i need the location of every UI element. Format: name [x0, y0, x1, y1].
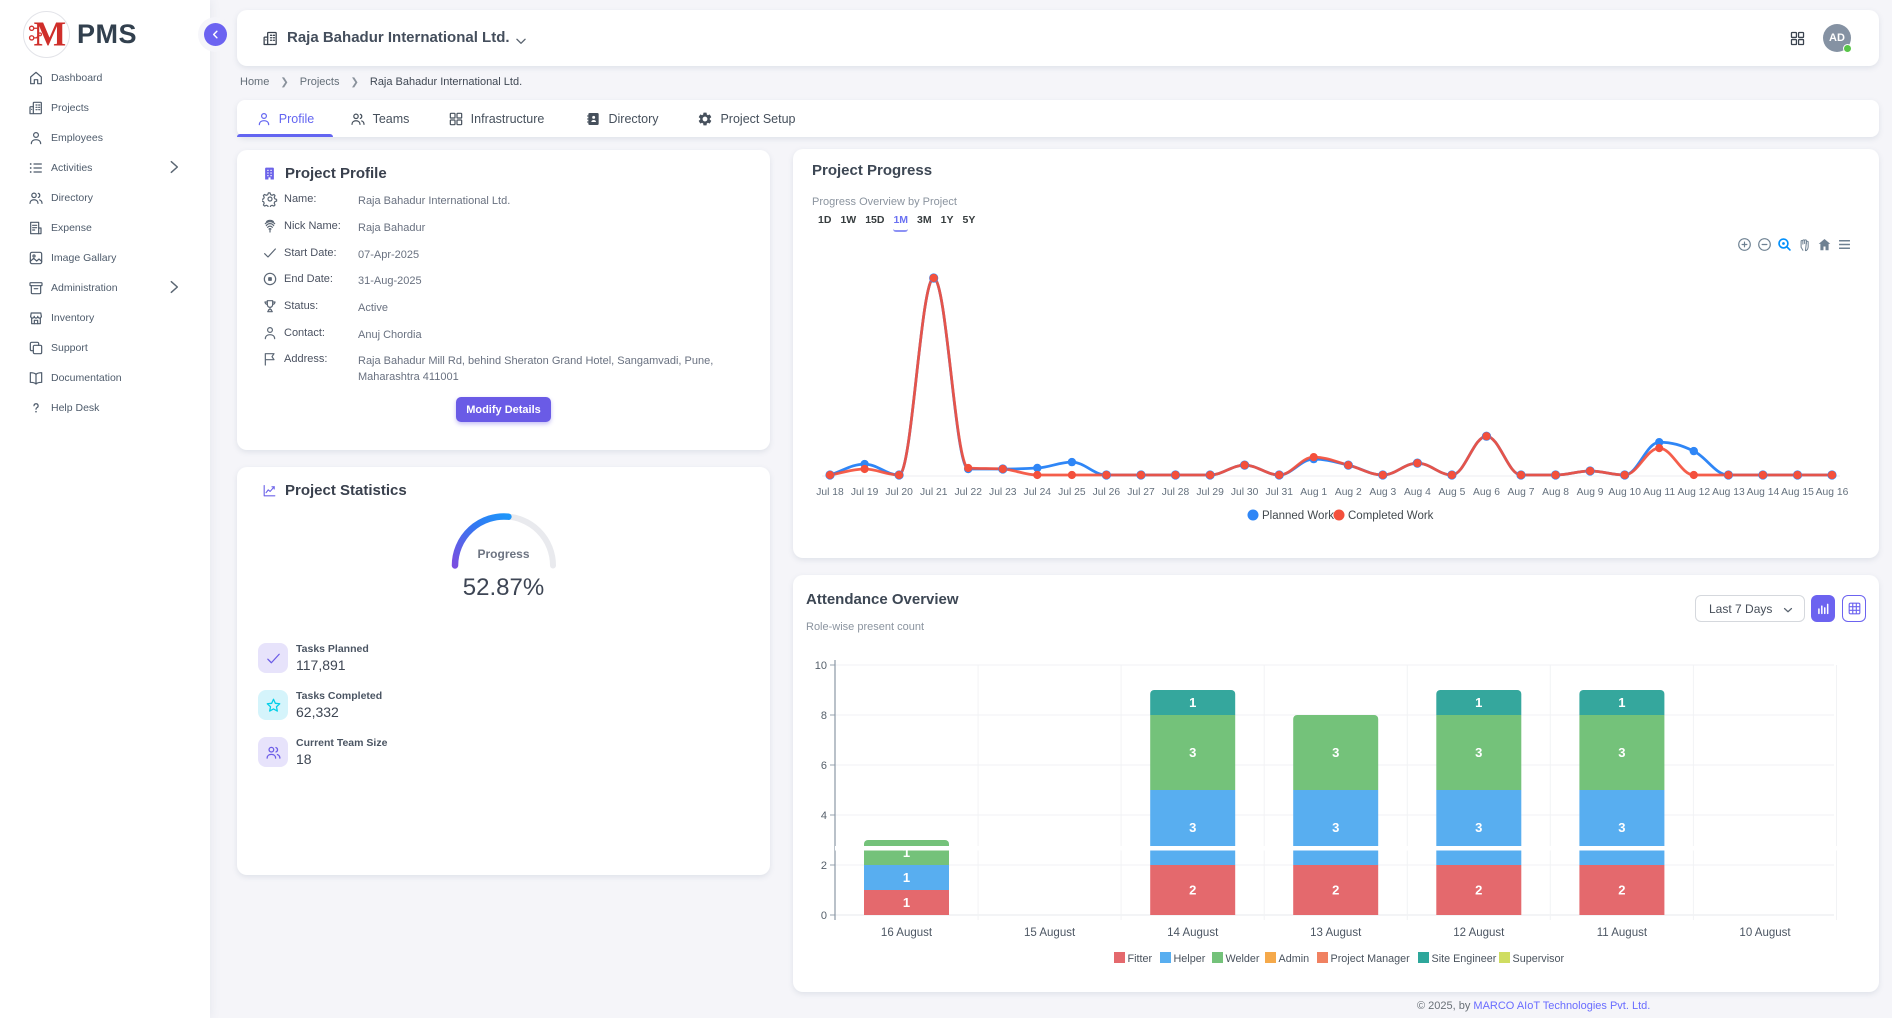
svg-text:Jul 19: Jul 19	[851, 487, 879, 498]
svg-text:3: 3	[1618, 745, 1625, 760]
svg-text:2: 2	[1618, 883, 1625, 898]
svg-text:Aug 14: Aug 14	[1747, 487, 1780, 498]
svg-text:Jul 28: Jul 28	[1162, 487, 1190, 498]
svg-text:Completed Work: Completed Work	[1348, 510, 1434, 522]
svg-text:13 August: 13 August	[1310, 927, 1362, 939]
svg-text:Welder: Welder	[1226, 953, 1260, 965]
svg-text:1: 1	[1618, 695, 1625, 710]
svg-text:6: 6	[821, 760, 827, 772]
svg-text:2: 2	[821, 860, 827, 872]
svg-text:1: 1	[903, 895, 910, 910]
svg-text:3: 3	[1189, 820, 1196, 835]
svg-text:10: 10	[815, 660, 827, 672]
svg-text:Aug 3: Aug 3	[1369, 487, 1396, 498]
svg-text:Jul 30: Jul 30	[1231, 487, 1259, 498]
svg-text:3: 3	[1618, 820, 1625, 835]
svg-text:Aug 6: Aug 6	[1473, 487, 1500, 498]
svg-text:Jul 26: Jul 26	[1093, 487, 1121, 498]
svg-text:10 August: 10 August	[1739, 927, 1791, 939]
svg-text:3: 3	[1332, 820, 1339, 835]
svg-text:Aug 13: Aug 13	[1712, 487, 1745, 498]
svg-text:15 August: 15 August	[1024, 927, 1076, 939]
svg-text:Jul 22: Jul 22	[954, 487, 982, 498]
svg-text:Aug 5: Aug 5	[1438, 487, 1465, 498]
svg-text:16 August: 16 August	[881, 927, 933, 939]
svg-text:Jul 23: Jul 23	[989, 487, 1017, 498]
svg-text:Site Engineer: Site Engineer	[1432, 953, 1497, 965]
svg-text:Aug 1: Aug 1	[1300, 487, 1327, 498]
svg-text:Jul 29: Jul 29	[1196, 487, 1224, 498]
svg-text:4: 4	[821, 810, 827, 822]
svg-text:11 August: 11 August	[1597, 927, 1648, 939]
svg-text:Aug 16: Aug 16	[1816, 487, 1849, 498]
svg-text:Aug 4: Aug 4	[1404, 487, 1431, 498]
svg-text:Jul 27: Jul 27	[1127, 487, 1155, 498]
svg-text:2: 2	[1475, 883, 1482, 898]
svg-text:3: 3	[1475, 820, 1482, 835]
svg-text:Aug 11: Aug 11	[1643, 487, 1675, 498]
svg-text:Aug 10: Aug 10	[1608, 487, 1641, 498]
svg-text:12 August: 12 August	[1453, 927, 1505, 939]
svg-text:Fitter: Fitter	[1128, 953, 1153, 965]
svg-text:Aug 15: Aug 15	[1781, 487, 1814, 498]
svg-text:Aug 2: Aug 2	[1335, 487, 1362, 498]
svg-text:Aug 9: Aug 9	[1577, 487, 1604, 498]
svg-text:1: 1	[903, 870, 910, 885]
svg-text:3: 3	[1475, 745, 1482, 760]
svg-text:Jul 24: Jul 24	[1024, 487, 1052, 498]
svg-text:Aug 12: Aug 12	[1677, 487, 1710, 498]
svg-text:Project Manager: Project Manager	[1331, 953, 1411, 965]
svg-text:3: 3	[1189, 745, 1196, 760]
svg-text:1: 1	[1475, 695, 1482, 710]
svg-text:Jul 18: Jul 18	[816, 487, 844, 498]
svg-text:1: 1	[1189, 695, 1196, 710]
svg-text:Aug 8: Aug 8	[1542, 487, 1569, 498]
svg-text:3: 3	[1332, 745, 1339, 760]
svg-text:Jul 21: Jul 21	[920, 487, 948, 498]
svg-text:2: 2	[1332, 883, 1339, 898]
svg-text:2: 2	[1189, 883, 1196, 898]
svg-text:Jul 31: Jul 31	[1265, 487, 1293, 498]
svg-text:Admin: Admin	[1279, 953, 1310, 965]
svg-text:Aug 7: Aug 7	[1508, 487, 1535, 498]
svg-text:0: 0	[821, 910, 827, 922]
svg-text:Helper: Helper	[1174, 953, 1206, 965]
svg-text:Jul 20: Jul 20	[885, 487, 913, 498]
svg-text:14 August: 14 August	[1167, 927, 1219, 939]
svg-text:Planned Work: Planned Work	[1262, 510, 1334, 522]
svg-text:Jul 25: Jul 25	[1058, 487, 1086, 498]
svg-text:8: 8	[821, 710, 827, 722]
svg-text:Supervisor: Supervisor	[1513, 953, 1565, 965]
